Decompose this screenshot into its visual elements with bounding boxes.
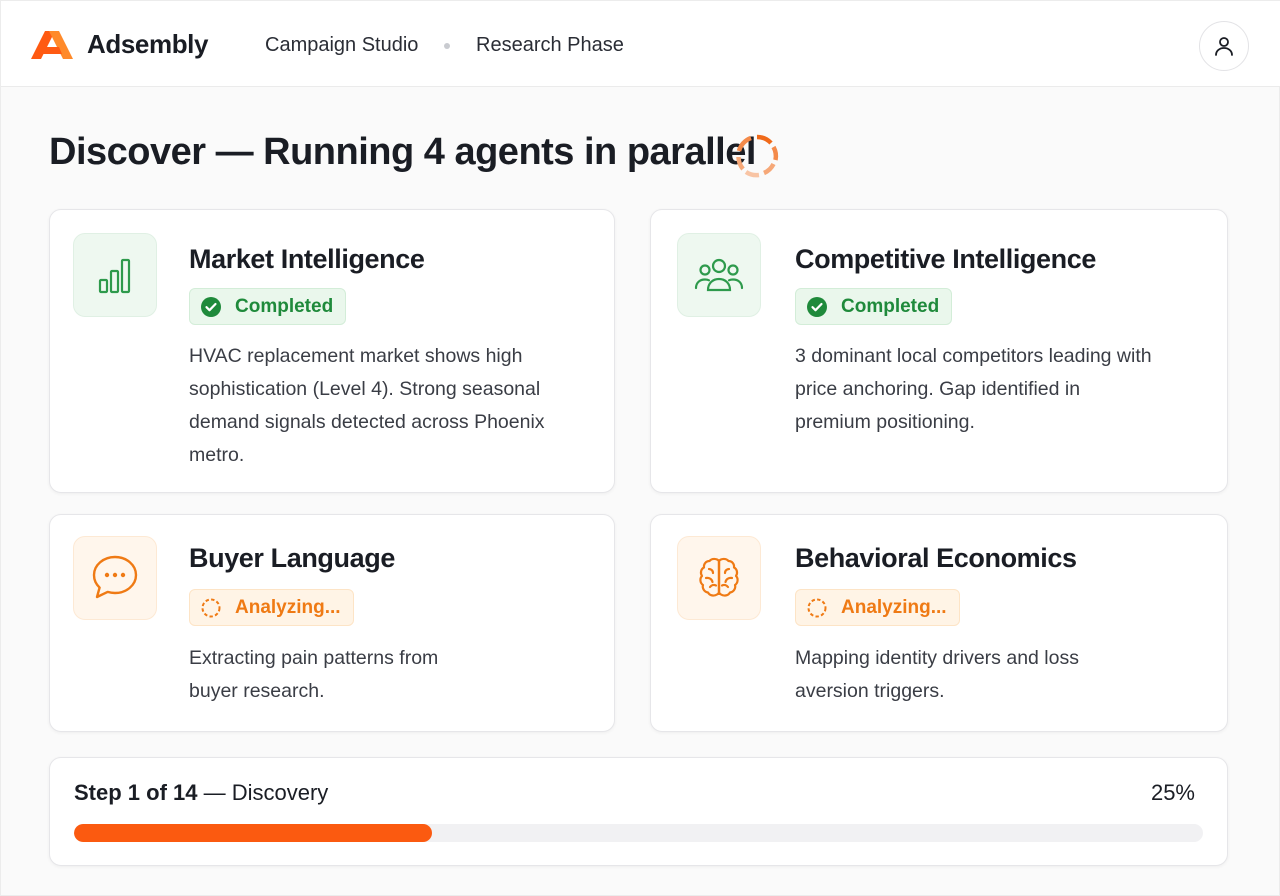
progress-track <box>74 824 1203 842</box>
status-badge: Analyzing... <box>189 589 354 626</box>
agent-card-buyer-language[interactable]: Buyer Language Analyzing... Extracting p… <box>49 514 615 732</box>
agent-title: Market Intelligence <box>189 244 425 274</box>
agent-description: 3 dominant local competitors leading wit… <box>795 345 1152 433</box>
step-name: — Discovery <box>197 780 329 805</box>
agent-description: HVAC replacement market shows high sophi… <box>189 345 545 466</box>
users-icon <box>694 258 744 292</box>
status-badge: Completed <box>795 288 953 325</box>
agent-title: Behavioral Economics <box>795 543 1077 573</box>
check-circle-icon <box>807 296 827 317</box>
adsembly-logo-icon[interactable] <box>31 27 75 61</box>
progress-percent: 25% <box>1150 780 1195 805</box>
page-title: Discover — Running 4 agents in parallel <box>49 131 756 173</box>
loading-spinner-icon <box>807 598 827 617</box>
agent-description: Mapping identity drivers and loss aversi… <box>795 647 1079 702</box>
brand-name[interactable]: Adsembly <box>87 29 208 60</box>
progress-panel: Step 1 of 14 — Discovery 25% <box>49 757 1228 866</box>
agent-card-market-intelligence[interactable]: Market Intelligence Completed HVAC repla… <box>49 209 615 493</box>
loading-spinner-icon <box>736 134 779 178</box>
agent-icon-box <box>73 536 157 620</box>
agent-description: Extracting pain patterns from buyer rese… <box>189 647 439 702</box>
loading-spinner-icon <box>201 598 221 617</box>
user-icon <box>1215 37 1233 56</box>
agent-card-competitive-intelligence[interactable]: Competitive Intelligence Completed 3 dom… <box>650 209 1228 493</box>
agent-icon-box <box>73 233 157 317</box>
progress-fill <box>74 824 432 842</box>
chat-bubble-icon <box>92 555 138 599</box>
step-count: Step 1 of 14 <box>74 780 198 805</box>
page: Adsembly Campaign Studio Research Phase … <box>0 0 1280 896</box>
check-circle-icon <box>201 296 221 317</box>
agent-title: Buyer Language <box>189 543 395 573</box>
step-label: Step 1 of 14 — Discovery <box>74 780 328 806</box>
status-label: Completed <box>235 295 334 317</box>
breadcrumb-research-phase[interactable]: Research Phase <box>476 34 624 57</box>
agent-title: Competitive Intelligence <box>795 244 1096 274</box>
bar-chart-icon <box>98 258 131 294</box>
agent-icon-box <box>677 233 761 317</box>
brain-icon <box>699 557 739 597</box>
top-bar: Adsembly Campaign Studio Research Phase <box>1 1 1280 87</box>
user-avatar-button[interactable] <box>1199 21 1249 71</box>
status-badge: Analyzing... <box>795 589 960 626</box>
breadcrumb-separator <box>444 43 450 49</box>
agent-card-behavioral-economics[interactable]: Behavioral Economics Analyzing... Mappin… <box>650 514 1228 732</box>
status-label: Completed <box>841 295 940 317</box>
status-label: Analyzing... <box>235 596 341 618</box>
status-label: Analyzing... <box>841 596 947 618</box>
status-badge: Completed <box>189 288 347 325</box>
agent-icon-box <box>677 536 761 620</box>
breadcrumb-campaign-studio[interactable]: Campaign Studio <box>265 34 418 57</box>
